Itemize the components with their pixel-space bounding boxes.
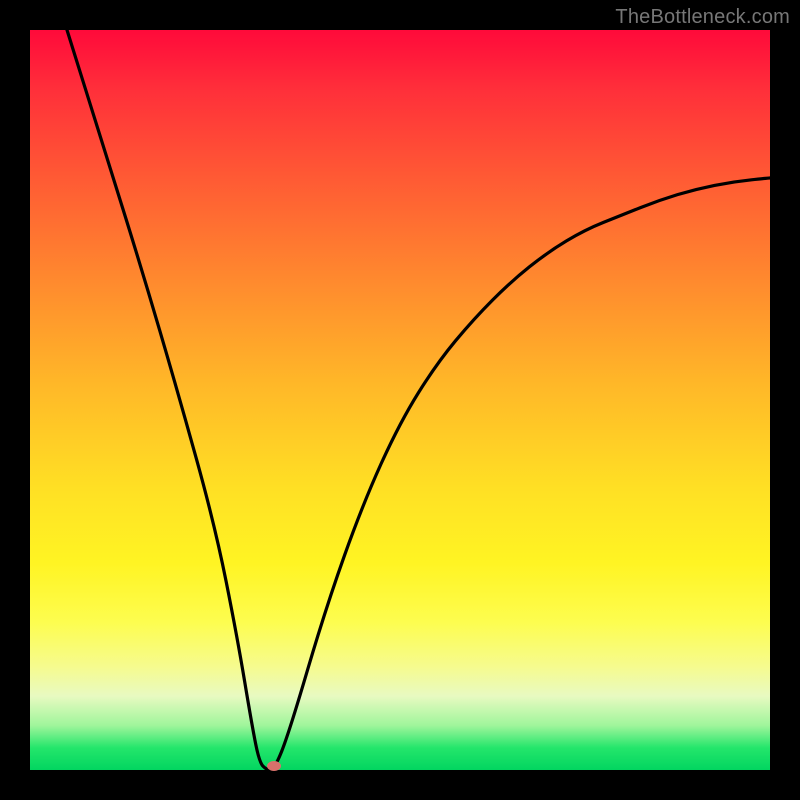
curve-path <box>67 30 770 770</box>
watermark-text: TheBottleneck.com <box>615 6 790 29</box>
plot-area <box>30 30 770 770</box>
chart-frame: TheBottleneck.com <box>0 0 800 800</box>
bottleneck-curve <box>30 30 770 770</box>
optimal-point-marker <box>267 761 281 771</box>
